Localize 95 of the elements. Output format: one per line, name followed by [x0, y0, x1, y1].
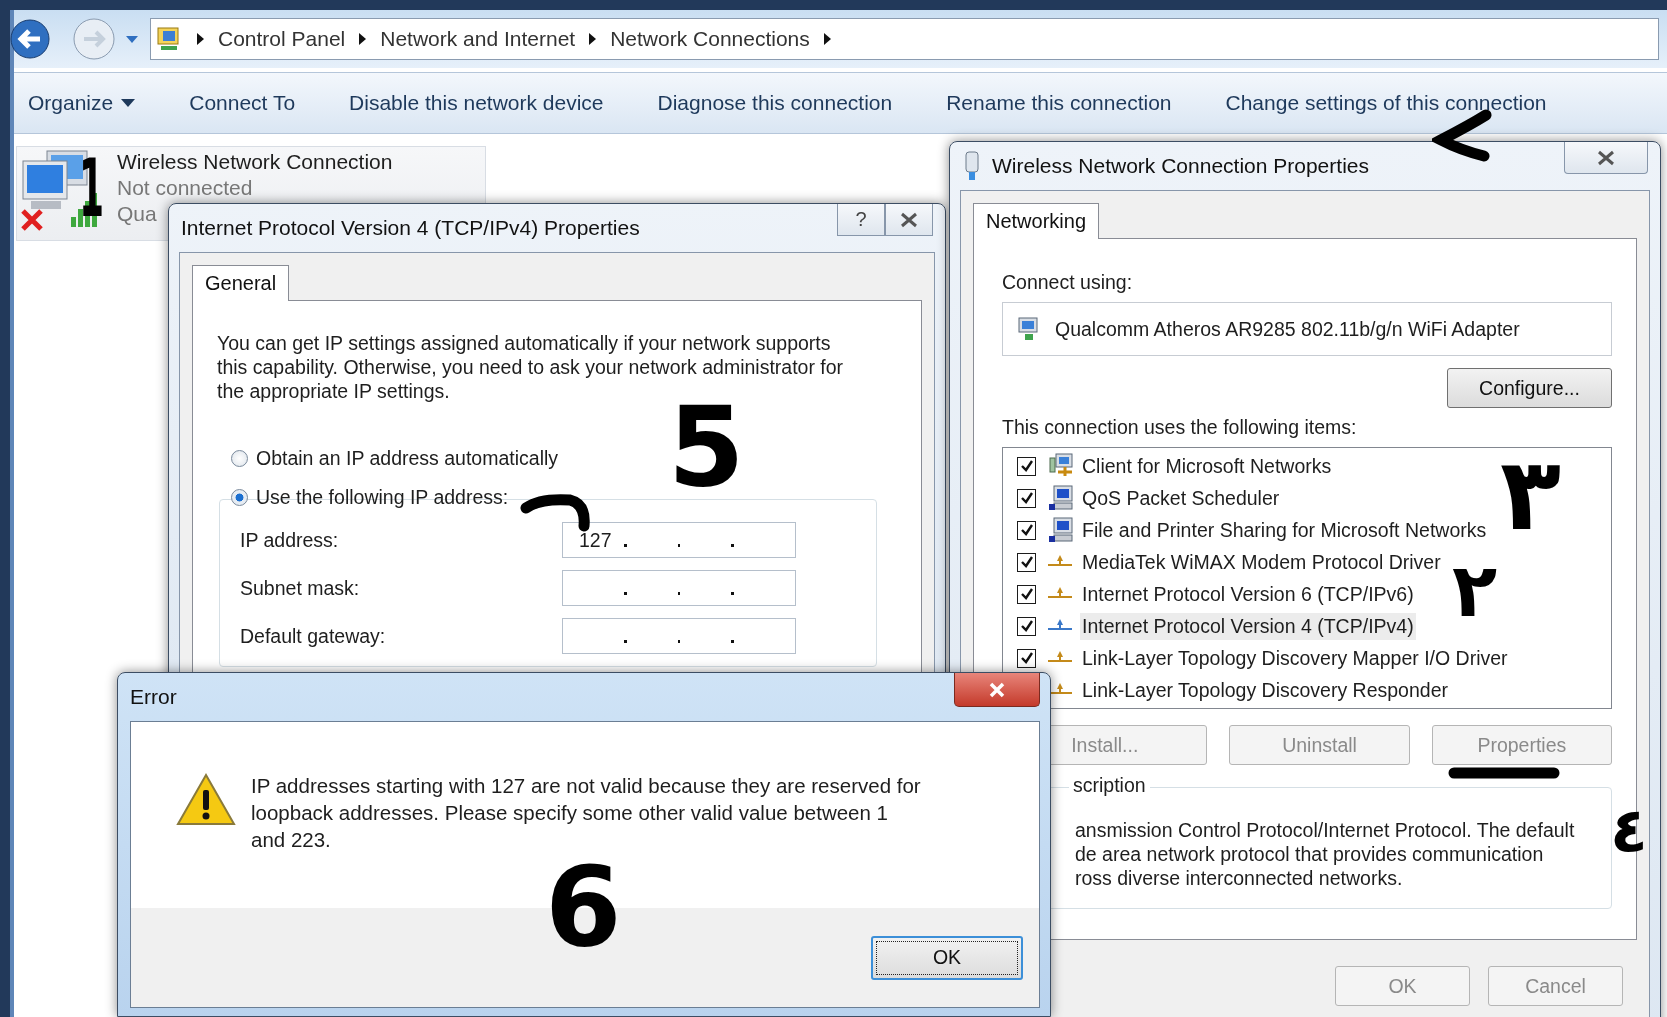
- connect-using-label: Connect using:: [1002, 271, 1134, 294]
- octet-separator: [623, 591, 627, 595]
- toolbar-button[interactable]: Change settings of this connection: [1223, 87, 1549, 119]
- list-item[interactable]: Internet Protocol Version 4 (TCP/IPv4): [1003, 610, 1416, 642]
- checkbox[interactable]: [1017, 648, 1036, 668]
- dialog-tab[interactable]: Networking: [973, 203, 1100, 239]
- handwritten-number: ٤: [1610, 800, 1648, 862]
- ip-address-field[interactable]: 127: [562, 522, 796, 558]
- protocol-icon: [1048, 650, 1072, 662]
- close-button[interactable]: [1564, 142, 1648, 174]
- item-label: Internet Protocol Version 4 (TCP/IPv4): [1080, 612, 1416, 640]
- items-label: This connection uses the following items:: [1002, 416, 1358, 439]
- checkbox[interactable]: [1017, 584, 1036, 604]
- dialog-tab[interactable]: General: [192, 265, 290, 301]
- checkbox[interactable]: [1017, 616, 1036, 636]
- warning-icon: [175, 772, 237, 828]
- octet-separator: [731, 639, 734, 643]
- breadcrumb-item[interactable]: Control Panel: [218, 27, 346, 51]
- toolbar-button[interactable]: Diagnose this connection: [655, 87, 895, 119]
- dialog-title: Wireless Network Connection Properties: [992, 154, 1370, 178]
- configure-button[interactable]: Configure...: [1447, 368, 1612, 408]
- handwritten-number: 6: [545, 852, 622, 962]
- octet-separator: [731, 591, 734, 595]
- close-icon: [1596, 149, 1616, 166]
- ip-address-field[interactable]: [562, 570, 796, 606]
- breadcrumb-arrow-icon[interactable]: [197, 33, 204, 45]
- octet-separator: [623, 543, 627, 547]
- address-bar[interactable]: Control Panel Network and Internet Network Connections: [150, 18, 1659, 60]
- octet-separator: [677, 543, 681, 547]
- connection-name: Wireless Network Connection: [117, 149, 393, 175]
- list-item[interactable]: File and Printer Sharing for Microsoft Networks: [1003, 514, 1489, 546]
- dropdown-arrow-icon[interactable]: [124, 33, 140, 45]
- help-button[interactable]: ?: [837, 204, 885, 236]
- octet-value: 127: [579, 528, 612, 551]
- item-label: Client for Microsoft Networks: [1081, 453, 1333, 479]
- breadcrumb-arrow-icon[interactable]: [589, 33, 597, 45]
- octet-separator: [623, 639, 627, 643]
- wireless-adapter-icon: [962, 150, 982, 182]
- description-text: ansmission Control Protocol/Internet Protocol. The default: [1075, 818, 1576, 842]
- toolbar-button[interactable]: Organize: [26, 87, 138, 119]
- handwritten-number: 1: [79, 149, 105, 229]
- toolbar-button[interactable]: Rename this connection: [944, 87, 1174, 119]
- connection-status: Not connected: [117, 175, 253, 201]
- radio-label[interactable]: Use the following IP address:: [256, 486, 509, 509]
- octet-separator: [677, 591, 681, 595]
- toolbar-button[interactable]: Connect To: [187, 87, 298, 119]
- handwritten-number: ٣: [1500, 445, 1562, 545]
- list-item[interactable]: QoS Packet Scheduler: [1003, 482, 1282, 514]
- breadcrumb-item[interactable]: Network Connections: [610, 27, 810, 51]
- radio-button[interactable]: [231, 489, 248, 506]
- radio-button[interactable]: [231, 450, 248, 467]
- handwritten-number: ٢: [1452, 553, 1498, 627]
- dialog-title: Error: [130, 685, 178, 709]
- field-label: Subnet mask:: [240, 576, 360, 600]
- item-label: Link-Layer Topology Discovery Responder: [1081, 677, 1449, 703]
- description-text: de area network protocol that provides communication: [1075, 842, 1545, 866]
- item-label: File and Printer Sharing for Microsoft Networks: [1081, 517, 1488, 543]
- item-label: Link-Layer Topology Discovery Mapper I/O Driver: [1081, 645, 1509, 671]
- list-item[interactable]: Link-Layer Topology Discovery Mapper I/O Driver: [1003, 642, 1510, 674]
- breadcrumb-arrow-icon[interactable]: [823, 33, 831, 45]
- radio-label[interactable]: Obtain an IP address automatically: [256, 447, 559, 470]
- description-text: ross diverse interconnected networks.: [1075, 866, 1404, 890]
- octet-separator: [677, 639, 681, 643]
- breadcrumb-item[interactable]: Network and Internet: [380, 27, 576, 51]
- checkbox[interactable]: [1017, 520, 1036, 540]
- ok-button[interactable]: OK: [871, 935, 1023, 980]
- checkbox[interactable]: [1017, 456, 1036, 476]
- octet-separator: [731, 543, 734, 547]
- list-item[interactable]: MediaTek WiMAX Modem Protocol Driver: [1003, 546, 1443, 578]
- checkbox[interactable]: [1017, 488, 1036, 508]
- list-item[interactable]: Internet Protocol Version 6 (TCP/IPv6): [1003, 578, 1416, 610]
- item-label: Internet Protocol Version 6 (TCP/IPv6): [1081, 581, 1415, 607]
- close-icon: [899, 211, 919, 228]
- protocol-icon: [1048, 586, 1072, 598]
- field-label: Default gateway:: [240, 624, 386, 648]
- close-button[interactable]: [885, 204, 933, 236]
- checkbox[interactable]: [1017, 552, 1036, 572]
- service-computer-icon: [1048, 484, 1076, 512]
- connection-device: Qua: [117, 201, 157, 227]
- description-label: scription: [1069, 774, 1150, 797]
- list-item[interactable]: Client for Microsoft Networks: [1003, 450, 1334, 482]
- service-computer-icon: [1048, 516, 1076, 544]
- protocol-icon: [1048, 682, 1072, 694]
- close-icon: [987, 681, 1007, 698]
- ip-address-field[interactable]: [562, 618, 796, 654]
- breadcrumb-arrow-icon[interactable]: [359, 33, 367, 45]
- error-message: IP addresses starting with 127 are not valid because they are reserved for loopback addresses. Please specify some other valid value between 1 and 223.: [251, 773, 922, 853]
- item-label: MediaTek WiMAX Modem Protocol Driver: [1081, 549, 1442, 575]
- close-button[interactable]: [954, 673, 1040, 707]
- field-label: IP address:: [240, 528, 339, 552]
- protocol-icon: [1048, 554, 1072, 566]
- adapter-name: Qualcomm Atheros AR9285 802.11b/g/n WiFi Adapter: [1055, 317, 1520, 341]
- protocol-icon: [1048, 618, 1072, 630]
- toolbar-button[interactable]: Disable this network device: [347, 87, 606, 119]
- item-label: QoS Packet Scheduler: [1081, 485, 1281, 511]
